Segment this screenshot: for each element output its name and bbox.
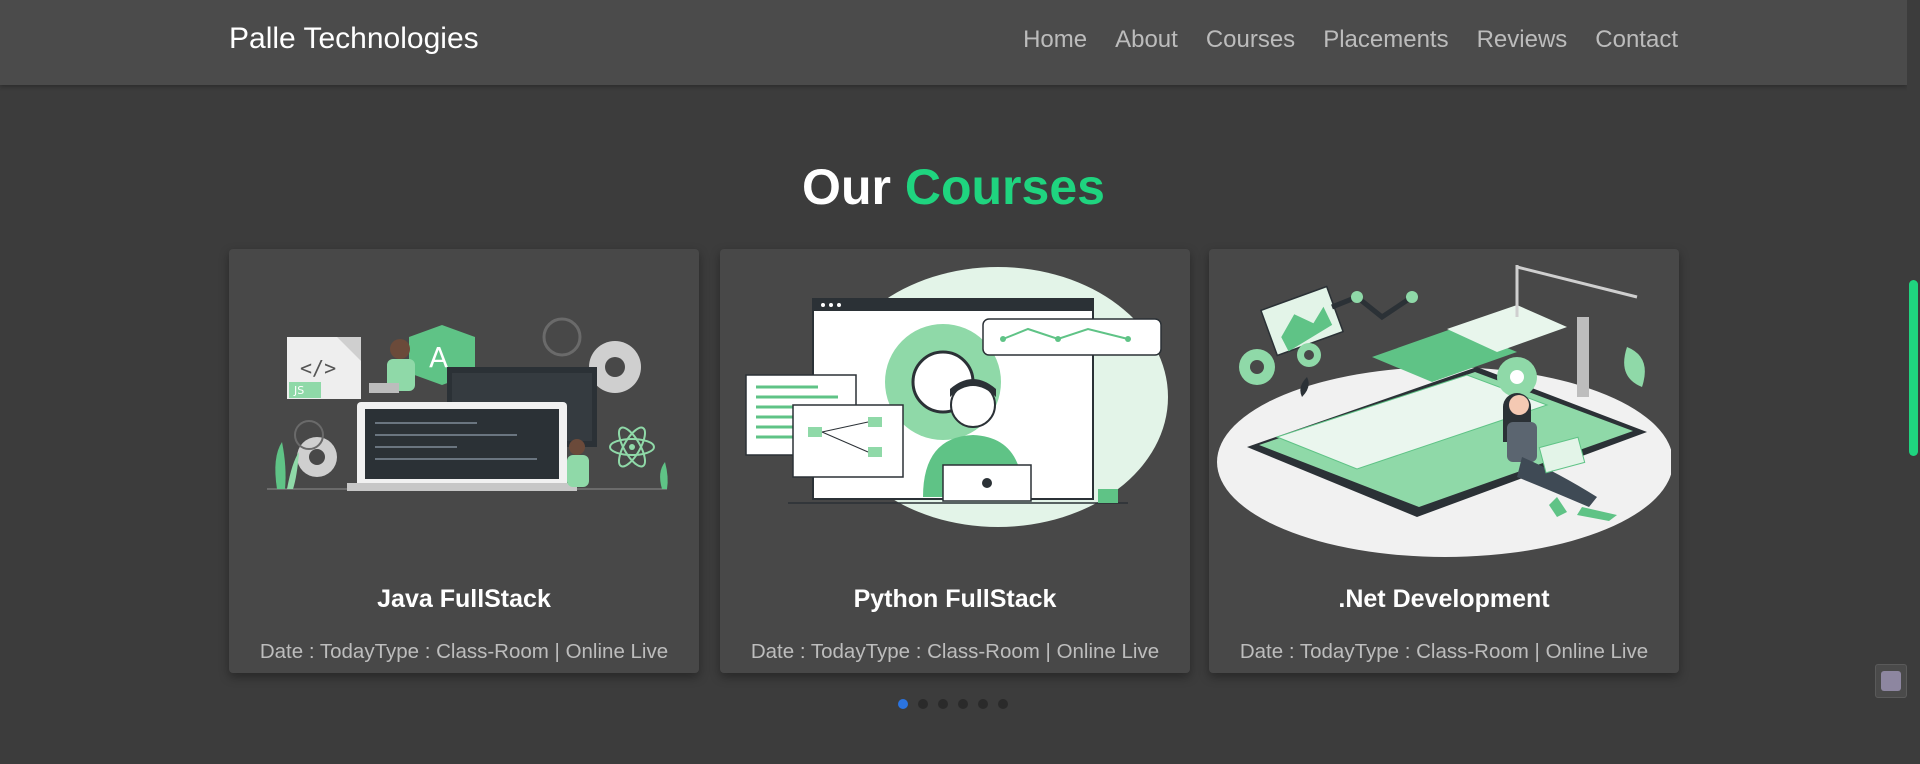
carousel-dot-2[interactable] bbox=[918, 699, 928, 709]
svg-text:JS: JS bbox=[293, 384, 304, 397]
course-card-dotnet[interactable]: .Net Development Date : TodayType : Clas… bbox=[1209, 249, 1679, 673]
nav-link-contact[interactable]: Contact bbox=[1595, 26, 1678, 54]
nav-menu: Home About Courses Placements Reviews Co… bbox=[1023, 26, 1678, 54]
dotnet-development-illustration bbox=[1217, 265, 1671, 557]
svg-text:A: A bbox=[429, 341, 448, 374]
course-name: Python FullStack bbox=[853, 585, 1057, 613]
section-title-prefix: Our bbox=[802, 159, 891, 215]
carousel-pagination bbox=[898, 699, 1008, 709]
java-fullstack-illustration: </> JS A bbox=[267, 317, 668, 491]
course-card-java[interactable]: </> JS A Java FullStack Date : TodayType bbox=[229, 249, 699, 673]
nav-link-about[interactable]: About bbox=[1115, 26, 1178, 54]
navbar: Palle Technologies Home About Courses Pl… bbox=[0, 0, 1907, 85]
scrollbar-thumb[interactable] bbox=[1909, 280, 1918, 456]
section-title: Our Courses bbox=[0, 158, 1907, 216]
chat-widget-button[interactable] bbox=[1875, 664, 1907, 698]
bot-face-icon bbox=[1881, 671, 1901, 691]
page-scrollbar[interactable] bbox=[1907, 0, 1920, 764]
nav-link-reviews[interactable]: Reviews bbox=[1477, 26, 1568, 54]
nav-link-placements[interactable]: Placements bbox=[1323, 26, 1448, 54]
course-meta: Date : TodayType : Class-Room | Online L… bbox=[259, 640, 669, 663]
carousel-dot-1[interactable] bbox=[898, 699, 908, 709]
python-fullstack-illustration bbox=[745, 267, 1168, 527]
carousel-dot-5[interactable] bbox=[978, 699, 988, 709]
carousel-dot-4[interactable] bbox=[958, 699, 968, 709]
section-title-accent: Courses bbox=[904, 159, 1105, 215]
carousel-dot-6[interactable] bbox=[998, 699, 1008, 709]
svg-text:</>: </> bbox=[300, 356, 336, 380]
course-card-python[interactable]: Python FullStack Date : TodayType : Clas… bbox=[720, 249, 1190, 673]
course-meta: Date : TodayType : Class-Room | Online L… bbox=[1239, 640, 1649, 663]
brand-logo[interactable]: Palle Technologies bbox=[229, 22, 479, 56]
nav-link-courses[interactable]: Courses bbox=[1206, 26, 1295, 54]
carousel-dot-3[interactable] bbox=[938, 699, 948, 709]
nav-link-home[interactable]: Home bbox=[1023, 26, 1087, 54]
course-name: Java FullStack bbox=[377, 585, 551, 613]
course-meta: Date : TodayType : Class-Room | Online L… bbox=[750, 640, 1160, 663]
course-name: .Net Development bbox=[1338, 585, 1550, 613]
